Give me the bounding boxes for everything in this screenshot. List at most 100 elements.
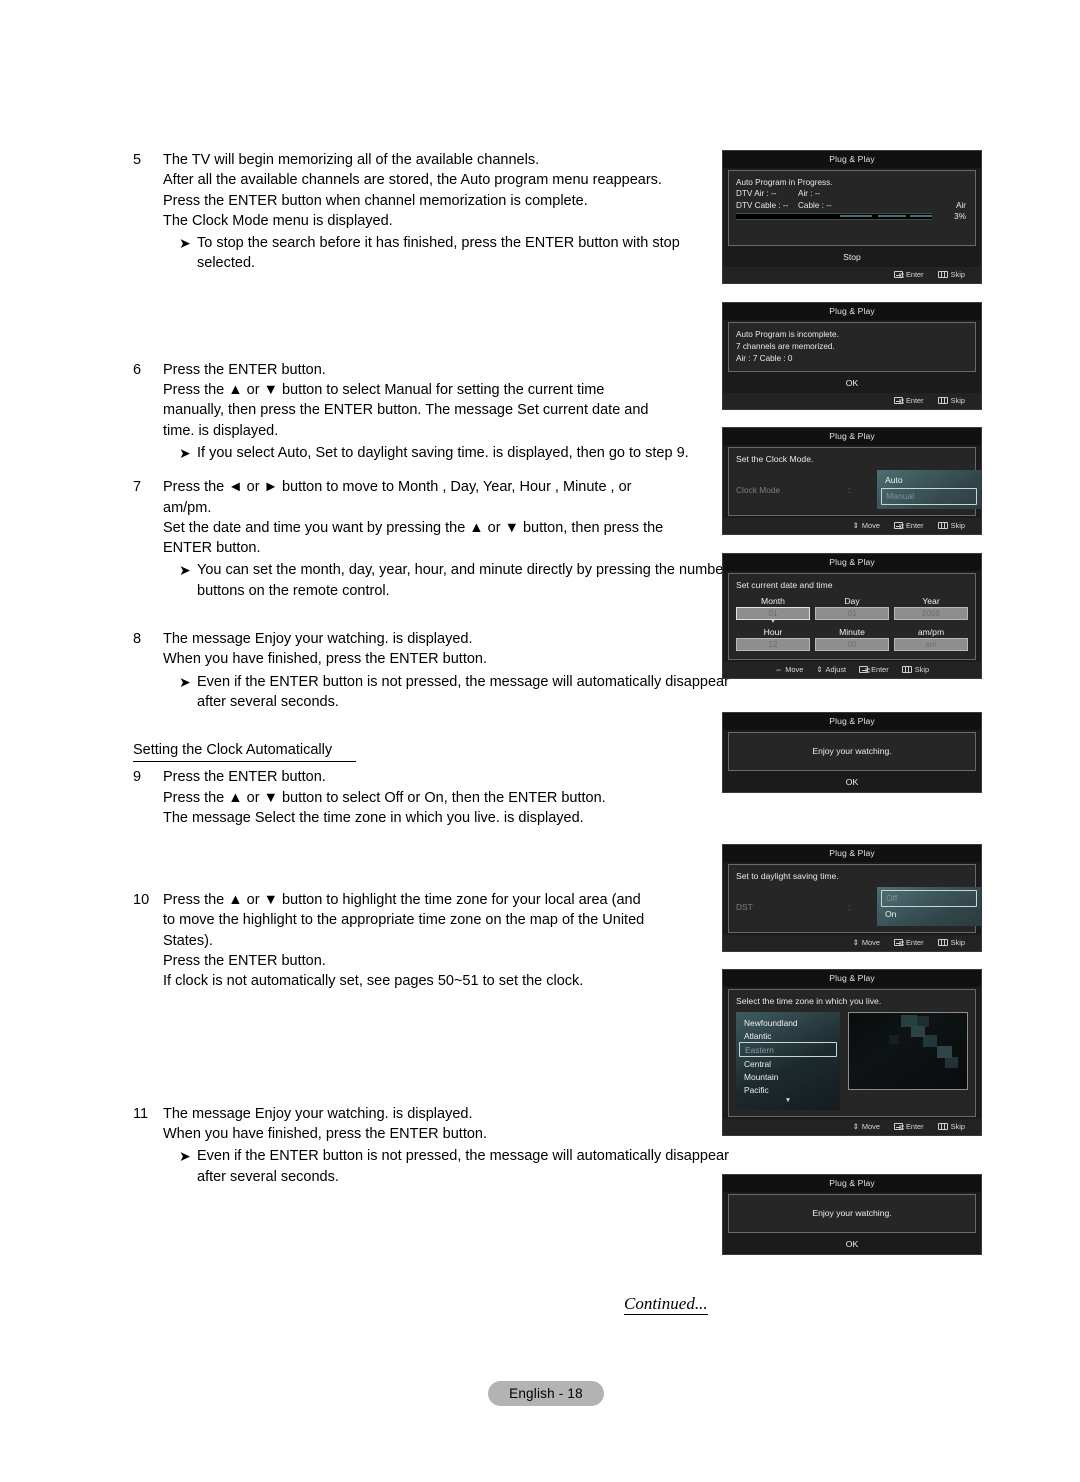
arrow-bullet-icon: ➤: [179, 235, 191, 252]
manual-page: 5 The TV will begin memorizing all of th…: [0, 0, 1080, 1482]
stop-button[interactable]: Stop: [723, 248, 981, 268]
datetime-row-time: Hour 12 Minute 00 am/pm am: [736, 627, 968, 651]
skip-icon: [937, 397, 948, 404]
continued-label: Continued...: [624, 1294, 708, 1315]
field-value[interactable]: 01: [815, 607, 889, 620]
timezone-item-atlantic[interactable]: Atlantic: [736, 1029, 840, 1042]
arrow-bullet-icon: ➤: [179, 562, 191, 579]
timezone-item-central[interactable]: Central: [736, 1057, 840, 1070]
footer-skip[interactable]: Skip: [937, 521, 965, 530]
scroll-down-icon[interactable]: ▼: [736, 1097, 840, 1104]
footer-enter[interactable]: Enter: [893, 396, 924, 405]
footer-move-label: Move: [785, 665, 804, 674]
step-line: Press the ▲ or ▼ button to select Manual…: [163, 382, 605, 399]
footer-enter[interactable]: Enter: [893, 270, 924, 280]
instruction-column: 5 The TV will begin memorizing all of th…: [133, 150, 733, 1187]
osd-footer: ⇕ Move Enter Skip: [723, 518, 981, 534]
footer-move[interactable]: ⇕ Move: [853, 521, 880, 530]
dropdown-option-off[interactable]: Off: [881, 890, 977, 907]
osd-title: Plug & Play: [723, 713, 981, 730]
footer-move[interactable]: ⇔ Move: [775, 665, 803, 674]
field-value[interactable]: 12: [736, 638, 810, 651]
field-ampm[interactable]: am/pm am: [894, 627, 968, 651]
incomplete-line-3: Air : 7 Cable : 0: [736, 354, 793, 363]
ok-button[interactable]: OK: [723, 374, 981, 393]
footer-enter[interactable]: Enter: [859, 665, 889, 674]
footer-move[interactable]: ⇕ Move: [853, 1122, 880, 1131]
footer-enter[interactable]: Enter: [893, 1122, 924, 1131]
united-states-map[interactable]: [848, 1012, 968, 1090]
footer-enter[interactable]: Enter: [893, 521, 924, 530]
step-number: 8: [133, 631, 142, 648]
footer-adjust[interactable]: ⇕ Adjust: [816, 665, 846, 674]
caret-spacer: [815, 620, 889, 625]
dropdown-option-auto[interactable]: Auto: [877, 473, 981, 488]
step-body: The message Enjoy your watching. is disp…: [163, 629, 733, 712]
step-line: Press the ENTER button.: [163, 769, 326, 786]
progress-tick: [910, 215, 932, 218]
datetime-grid: Month 01 ▾ Day 01 Year 2008 Hour 12 Minu…: [736, 596, 968, 651]
step-line: The TV will begin memorizing all of the …: [163, 152, 540, 168]
field-hour[interactable]: Hour 12: [736, 627, 810, 651]
clock-mode-dropdown[interactable]: Auto Manual: [877, 470, 981, 509]
footer-skip[interactable]: Skip: [937, 270, 965, 279]
field-year[interactable]: Year 2008: [894, 596, 968, 625]
field-minute[interactable]: Minute 00: [815, 627, 889, 651]
osd-panel-clock-mode: Plug & Play Set the Clock Mode. Clock Mo…: [722, 427, 982, 535]
enjoy-message: Enjoy your watching.: [812, 746, 892, 756]
footer-enter-label: Enter: [905, 938, 924, 947]
step-number: 6: [133, 361, 142, 378]
osd-title: Plug & Play: [723, 151, 981, 168]
progress-bar: Air 3%: [736, 201, 968, 221]
step-line: manually, then press the ENTER button. T…: [163, 402, 649, 419]
enter-icon: [893, 939, 903, 946]
footer-move[interactable]: ⇕ Move: [853, 938, 880, 947]
timezone-item-mountain[interactable]: Mountain: [736, 1070, 840, 1083]
step-number: 10: [133, 892, 150, 909]
timezone-item-newfoundland[interactable]: Newfoundland: [736, 1016, 840, 1029]
field-value[interactable]: am: [894, 638, 968, 651]
timezone-list[interactable]: Newfoundland Atlantic Eastern Central Mo…: [736, 1012, 840, 1110]
step-10: 10 Press the ▲ or ▼ button to highlight …: [133, 890, 733, 991]
footer-skip[interactable]: Skip: [937, 396, 965, 405]
skip-icon: [901, 666, 912, 673]
dst-dropdown[interactable]: Off On: [877, 887, 981, 926]
step-line: Press the ◄ or ► button to move to Month…: [163, 479, 632, 496]
clock-mode-heading: Set the Clock Mode.: [736, 454, 814, 464]
step-9: 9 Press the ENTER button. Press the ▲ or…: [133, 767, 733, 828]
step-line: The Clock Mode menu is displayed.: [163, 212, 393, 229]
step-note: ➤ If you select Auto, Set to daylight sa…: [163, 443, 733, 463]
ok-button[interactable]: OK: [723, 1235, 981, 1254]
left-right-arrows-icon: ⇔: [774, 664, 783, 674]
footer-enter-label: Enter: [905, 270, 924, 280]
field-value[interactable]: 2008: [894, 607, 968, 620]
cable-label: Cable : --: [798, 200, 832, 210]
footer-skip[interactable]: Skip: [901, 665, 929, 674]
caret-spacer: [894, 620, 968, 625]
timezone-item-pacific[interactable]: Pacific: [736, 1083, 840, 1096]
progress-row: DTV Air : -- Air : --: [736, 188, 968, 199]
up-down-arrows-icon: ⇕: [816, 664, 823, 674]
footer-skip[interactable]: Skip: [937, 1122, 965, 1131]
osd-title: Plug & Play: [723, 428, 981, 445]
progress-readout: Air 3%: [954, 200, 966, 222]
dropdown-option-on[interactable]: On: [877, 907, 981, 922]
dropdown-option-manual[interactable]: Manual: [881, 488, 977, 505]
footer-skip[interactable]: Skip: [937, 938, 965, 947]
enter-icon: [859, 666, 869, 673]
field-month[interactable]: Month 01 ▾: [736, 596, 810, 625]
footer-skip-label: Skip: [950, 521, 965, 530]
osd-title: Plug & Play: [723, 303, 981, 320]
timezone-item-eastern[interactable]: Eastern: [739, 1042, 837, 1057]
field-label: am/pm: [917, 627, 945, 637]
field-day[interactable]: Day 01: [815, 596, 889, 625]
osd-body: Auto Program in Progress. DTV Air : -- A…: [728, 170, 976, 247]
step-note: ➤ To stop the search before it has finis…: [163, 233, 733, 274]
step-line: The message Enjoy your watching. is disp…: [163, 631, 473, 648]
footer-enter[interactable]: Enter: [893, 938, 924, 947]
field-value[interactable]: 00: [815, 638, 889, 651]
ok-button[interactable]: OK: [723, 773, 981, 792]
clock-mode-label: Clock Mode: [736, 485, 781, 495]
